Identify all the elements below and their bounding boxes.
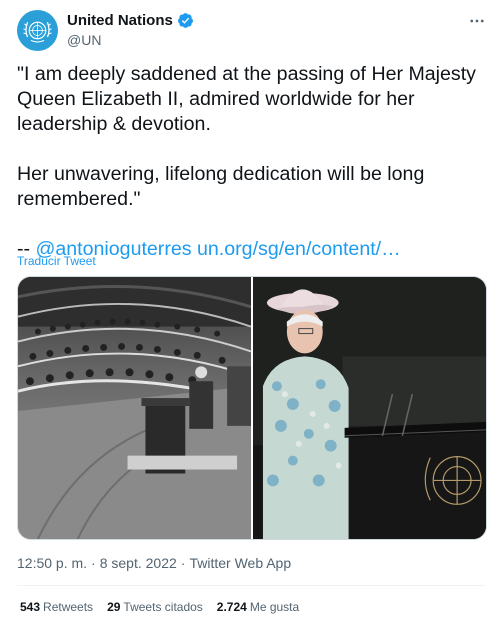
un-emblem-icon [23, 21, 52, 43]
retweets-stat[interactable]: 543 Retweets [20, 600, 93, 614]
tweet-date[interactable]: 8 sept. 2022 [100, 555, 177, 571]
translate-tweet-link[interactable]: Traducir Tweet [17, 254, 96, 268]
verified-badge-icon [177, 13, 193, 28]
quotes-stat[interactable]: 29 Tweets citados [107, 600, 203, 614]
author-name[interactable]: United Nations [67, 12, 173, 29]
tweet-time[interactable]: 12:50 p. m. [17, 555, 87, 571]
tweet-metadata: 12:50 p. m. · 8 sept. 2022 · Twitter Web… [17, 555, 291, 571]
photo-general-assembly-historic[interactable] [18, 277, 251, 539]
url-link[interactable]: un.org/sg/en/content/… [197, 238, 401, 260]
quotes-label: Tweets citados [123, 600, 203, 614]
meta-separator: · [180, 555, 186, 571]
quotes-count: 29 [107, 600, 121, 614]
tweet-card: United Nations @UN "I am deeply saddened… [0, 0, 502, 620]
engagement-stats: 543 Retweets 29 Tweets citados 2.724 Me … [20, 600, 299, 614]
meta-separator: · [91, 555, 96, 571]
media-grid [17, 276, 487, 540]
likes-label: Me gusta [249, 600, 300, 614]
divider [17, 585, 485, 586]
more-options-icon[interactable] [466, 10, 488, 32]
tweet-text: "I am deeply saddened at the passing of … [17, 62, 487, 262]
tweet-source[interactable]: Twitter Web App [189, 555, 291, 571]
likes-stat[interactable]: 2.724 Me gusta [217, 600, 299, 614]
retweets-count: 543 [20, 600, 41, 614]
photo-queen-elizabeth-podium[interactable] [253, 277, 486, 539]
retweets-label: Retweets [43, 600, 94, 614]
avatar[interactable] [17, 10, 58, 51]
likes-count: 2.724 [216, 600, 247, 614]
author-handle[interactable]: @UN [67, 32, 101, 48]
tweet-paragraph-2: Her unwavering, lifelong dedication will… [17, 163, 425, 210]
author-name-row: United Nations [67, 12, 194, 29]
tweet-paragraph-1: "I am deeply saddened at the passing of … [17, 63, 476, 135]
